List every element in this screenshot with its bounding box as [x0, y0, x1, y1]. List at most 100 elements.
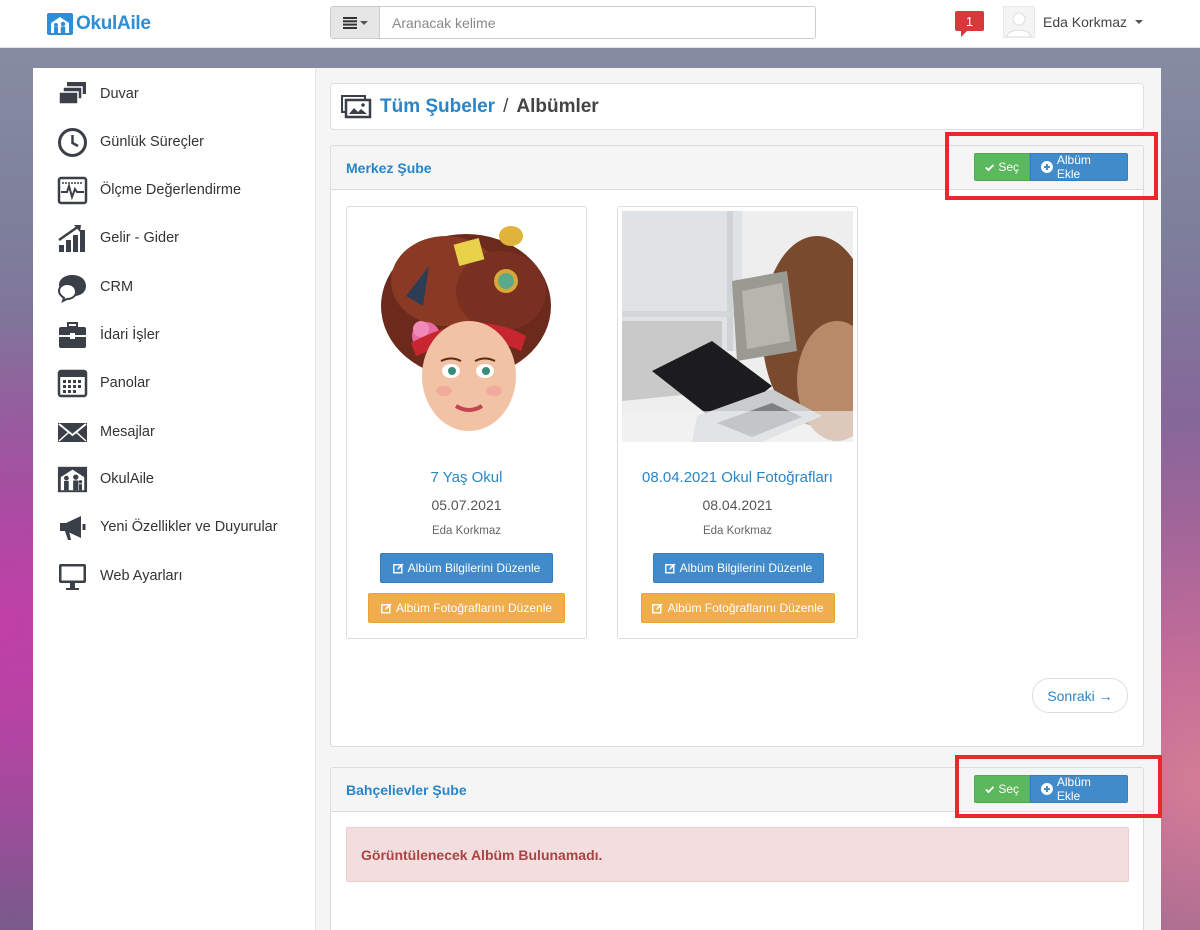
select-button[interactable]: Seç [974, 775, 1030, 803]
sidebar-item-web-ayarlari[interactable]: Web Ayarları [57, 559, 182, 593]
briefcase-icon [59, 321, 86, 348]
breadcrumb: Tüm Şubeler / Albümler [330, 83, 1144, 130]
sidebar-item-label: Günlük Süreçler [100, 134, 204, 150]
envelope-icon [58, 422, 87, 442]
sidebar-item-okulaile[interactable]: OkulAile [57, 462, 154, 496]
sidebar-item-label: Mesajlar [100, 424, 155, 440]
album-title[interactable]: 08.04.2021 Okul Fotoğrafları [618, 469, 857, 486]
search-bar [330, 6, 816, 39]
notification-badge[interactable]: 1 [955, 11, 984, 37]
avatar [1003, 6, 1035, 38]
branch-title: Merkez Şube [346, 159, 432, 176]
select-button[interactable]: Seç [974, 153, 1030, 181]
album-date: 08.04.2021 [702, 497, 773, 513]
sidebar-item-panolar[interactable]: Panolar [57, 366, 150, 400]
album-cover-image[interactable] [622, 211, 853, 442]
edit-icon [392, 563, 404, 573]
check-icon [985, 163, 995, 171]
logo-text: OkulAile [76, 13, 151, 34]
top-navbar: OkulAile 1 Eda Korkmaz [0, 0, 1200, 48]
sidebar-item-gunluk-surecler[interactable]: Günlük Süreçler [57, 125, 204, 159]
sidebar-item-crm[interactable]: CRM [57, 270, 133, 304]
sidebar-item-label: Panolar [100, 375, 150, 391]
sidebar-item-label: CRM [100, 279, 134, 295]
edit-album-photos-button[interactable]: Albüm Fotoğraflarını Düzenle [368, 593, 565, 623]
chat-bubbles-icon [57, 274, 86, 303]
logo-icon [47, 13, 73, 35]
edit-icon [652, 603, 663, 613]
sidebar-item-label: Gelir - Gider [100, 230, 179, 246]
branch-title: Bahçelievler Şube [346, 781, 467, 798]
empty-albums-alert: Görüntülenecek Albüm Bulunamadı. [346, 827, 1129, 882]
sidebar-item-label: Ölçme Değerlendirme [100, 182, 242, 198]
edit-album-photos-button[interactable]: Albüm Fotoğraflarını Düzenle [641, 593, 835, 623]
sidebar-item-mesajlar[interactable]: Mesajlar [57, 415, 155, 449]
panel-header: Bahçelievler Şube Seç Albüm Ekle [331, 768, 1143, 812]
select-button-label: Seç [998, 782, 1019, 796]
album-card: 7 Yaş Okul 05.07.2021 Eda Korkmaz Albüm … [346, 206, 587, 639]
growth-chart-icon [58, 224, 85, 252]
pulse-icon [57, 176, 88, 204]
sidebar-item-idari-isler[interactable]: İdari İşler [57, 318, 160, 352]
main-container: Duvar Günlük Süreçler Ölçme Değerlendirm… [33, 68, 1161, 930]
clock-icon [58, 127, 87, 157]
sidebar-item-olcme-degerlendirme[interactable]: Ölçme Değerlendirme [57, 173, 241, 207]
add-album-button-label: Albüm Ekle [1056, 775, 1091, 803]
monitor-icon [59, 563, 86, 590]
album-card: 08.04.2021 Okul Fotoğrafları 08.04.2021 … [617, 206, 858, 639]
list-icon [342, 16, 357, 29]
branch-panel-bahcelievler: Bahçelievler Şube Seç Albüm Ekle Görüntü… [330, 767, 1144, 930]
sidebar-item-label: Duvar [100, 86, 139, 102]
sidebar-item-duvar[interactable]: Duvar [57, 77, 139, 111]
next-page-button[interactable]: Sonraki → [1032, 678, 1128, 713]
edit-album-info-button[interactable]: Albüm Bilgilerini Düzenle [380, 553, 553, 583]
album-date: 05.07.2021 [431, 497, 502, 513]
search-input[interactable] [380, 7, 815, 38]
sidebar-item-gelir-gider[interactable]: Gelir - Gider [57, 221, 179, 255]
search-menu-button[interactable] [331, 7, 380, 38]
chevron-down-icon [1135, 20, 1144, 24]
sidebar-item-label: İdari İşler [100, 327, 160, 343]
edit-album-photos-label: Albüm Fotoğraflarını Düzenle [667, 601, 824, 615]
breadcrumb-separator: / [503, 95, 509, 117]
sidebar-item-label: Web Ayarları [100, 568, 183, 584]
album-owner: Eda Korkmaz [431, 525, 502, 537]
breadcrumb-link-all-branches[interactable]: Tüm Şubeler [380, 96, 495, 118]
edit-icon [664, 563, 676, 573]
user-icon [1006, 12, 1032, 37]
user-menu[interactable]: Eda Korkmaz [1003, 6, 1144, 38]
megaphone-icon [60, 515, 86, 540]
photo-album-icon [341, 94, 372, 118]
edit-album-info-button[interactable]: Albüm Bilgilerini Düzenle [653, 553, 824, 583]
album-owner: Eda Korkmaz [702, 525, 773, 537]
add-album-button[interactable]: Albüm Ekle [1030, 153, 1128, 181]
album-title[interactable]: 7 Yaş Okul [347, 469, 586, 486]
page-title: Albümler [516, 95, 599, 117]
plus-circle-icon [1041, 161, 1053, 173]
family-icon [57, 466, 88, 492]
select-button-label: Seç [998, 160, 1019, 174]
add-album-button[interactable]: Albüm Ekle [1030, 775, 1128, 803]
panel-actions: Seç Albüm Ekle [974, 775, 1128, 803]
edit-icon [381, 603, 392, 613]
panel-actions: Seç Albüm Ekle [974, 153, 1128, 181]
sidebar-item-yeni-ozellikler[interactable]: Yeni Özellikler ve Duyurular [57, 510, 278, 544]
edit-album-info-label: Albüm Bilgilerini Düzenle [679, 561, 813, 575]
sidebar-item-label: OkulAile [100, 471, 154, 487]
sidebar-item-label: Yeni Özellikler ve Duyurular [100, 519, 278, 535]
sidebar: Duvar Günlük Süreçler Ölçme Değerlendirm… [33, 68, 316, 930]
edit-album-photos-label: Albüm Fotoğraflarını Düzenle [395, 601, 553, 615]
artwork-woman-portrait-image [351, 211, 582, 442]
content-area: Tüm Şubeler / Albümler Merkez Şube Seç A… [316, 68, 1161, 930]
edit-album-info-label: Albüm Bilgilerini Düzenle [407, 561, 541, 575]
check-icon [985, 785, 995, 793]
album-cover-image[interactable] [351, 211, 582, 442]
wall-icon [58, 81, 86, 105]
user-name: Eda Korkmaz [1043, 14, 1128, 30]
app-logo[interactable]: OkulAile [47, 12, 151, 36]
plus-circle-icon [1041, 783, 1053, 795]
calendar-board-icon [57, 369, 88, 397]
panel-header: Merkez Şube Seç Albüm Ekle [331, 146, 1143, 190]
add-album-button-label: Albüm Ekle [1056, 153, 1091, 181]
chevron-down-icon [359, 20, 368, 25]
